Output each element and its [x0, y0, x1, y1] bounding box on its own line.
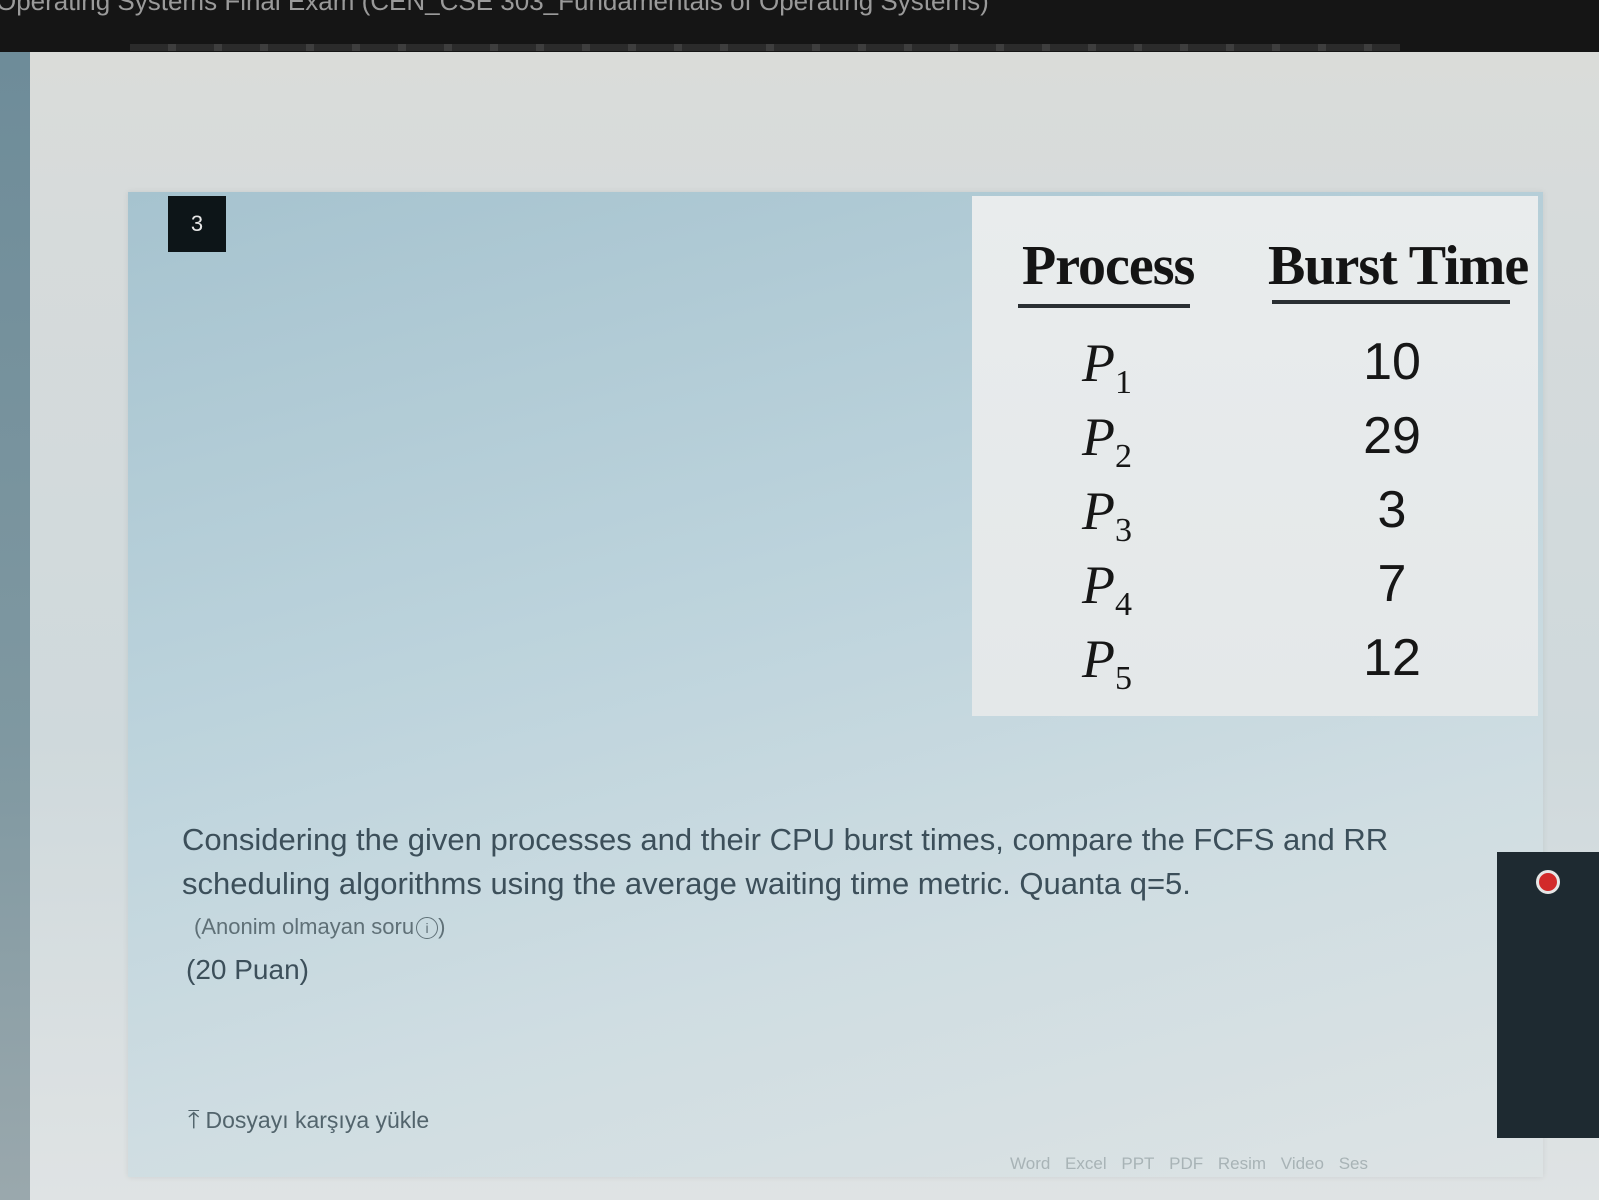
table-header-burst-time: Burst Time [1268, 235, 1529, 297]
table-cell-process: P5 [1082, 629, 1132, 697]
table-cell-burst: 10 [1363, 333, 1421, 391]
question-text: Considering the given processes and thei… [182, 822, 1389, 901]
record-button-icon[interactable] [1536, 870, 1560, 894]
table-cell-process: P4 [1082, 555, 1132, 623]
window-title-bar: Operating Systems Final Exam (CEN_CSE 30… [0, 0, 1599, 52]
side-panel [1497, 852, 1599, 1138]
table-header-rule [1272, 300, 1510, 304]
file-type-label: Word [1010, 1154, 1051, 1173]
anonymous-note-close: ) [438, 914, 446, 939]
upload-file-label: Dosyayı karşıya yükle [205, 1107, 430, 1133]
title-bar-strip [130, 44, 1400, 51]
left-edge [0, 52, 30, 1200]
question-points: (20 Puan) [186, 954, 309, 985]
window-title: Operating Systems Final Exam (CEN_CSE 30… [0, 0, 989, 16]
info-icon[interactable]: i [416, 917, 439, 940]
file-type-label: Excel [1065, 1154, 1107, 1173]
file-type-label: Resim [1217, 1154, 1267, 1173]
file-type-label: PDF [1169, 1154, 1204, 1173]
table-cell-process: P1 [1082, 333, 1132, 401]
upload-arrow-icon: ⤒ [188, 1104, 200, 1134]
file-type-label: PPT [1121, 1154, 1155, 1173]
file-type-label: Ses [1338, 1154, 1369, 1173]
question-number-badge: 3 [168, 196, 226, 252]
process-table-image: Process Burst Time P1 10 P2 29 P3 3 P4 7… [972, 196, 1538, 716]
table-cell-process: P3 [1082, 481, 1132, 549]
allowed-file-types: Word Excel PPT PDF Resim Video Ses [1010, 1154, 1378, 1174]
table-cell-process: P2 [1082, 407, 1132, 475]
anonymous-note: (Anonim olmayan soru i) [194, 914, 445, 940]
table-cell-burst: 29 [1363, 407, 1421, 465]
upload-file-button[interactable]: ⤒ Dosyayı karşıya yükle [188, 1104, 429, 1136]
file-type-label: Video [1280, 1154, 1324, 1173]
table-header-rule [1018, 304, 1190, 308]
anonymous-note-label: (Anonim olmayan soru [194, 914, 415, 939]
table-cell-burst: 3 [1377, 481, 1407, 539]
table-cell-burst: 7 [1377, 555, 1407, 613]
table-cell-burst: 12 [1363, 629, 1421, 687]
table-header-process: Process [1022, 235, 1195, 297]
